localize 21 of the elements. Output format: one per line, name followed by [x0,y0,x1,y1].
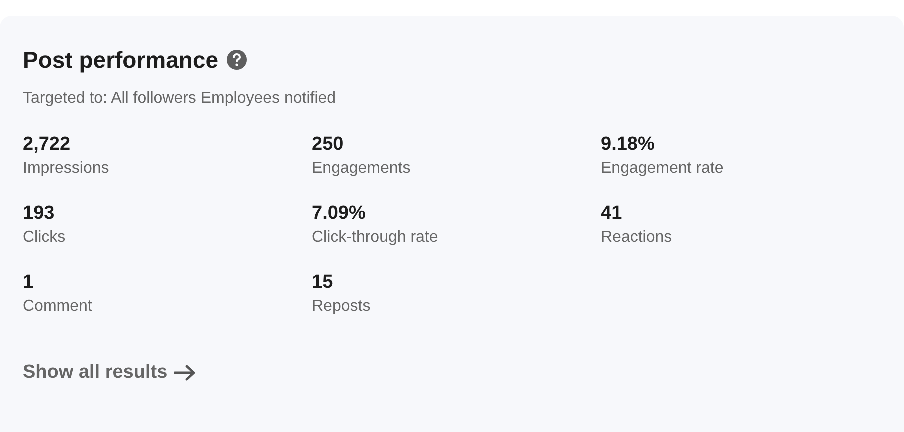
metric-label: Reactions [601,228,674,248]
show-results-link[interactable]: Show all results [23,361,196,385]
card-title: Post performance [23,46,219,75]
metric-value: 41 [601,202,624,226]
metric-label: Engagements [312,159,412,179]
metric-value: 1 [23,271,35,295]
help-icon[interactable] [226,50,247,70]
targeting-text: Targeted to: All followers Employees notified [23,89,338,109]
metric-label: Click-through rate [312,228,440,248]
metric-value: 15 [312,271,334,295]
metric-label: Engagement rate [601,159,725,179]
metric-value: 2,722 [23,133,72,157]
metric-value: 193 [23,202,56,226]
metric-label: Impressions [23,159,110,179]
metric-value: 9.18% [601,133,656,157]
metric-label: Comment [23,297,94,317]
metric-value: 250 [312,133,345,157]
metric-label: Clicks [23,228,67,248]
metric-value: 7.09% [312,202,367,226]
arrow-right-icon [174,365,196,381]
metric-label: Reposts [312,297,372,317]
